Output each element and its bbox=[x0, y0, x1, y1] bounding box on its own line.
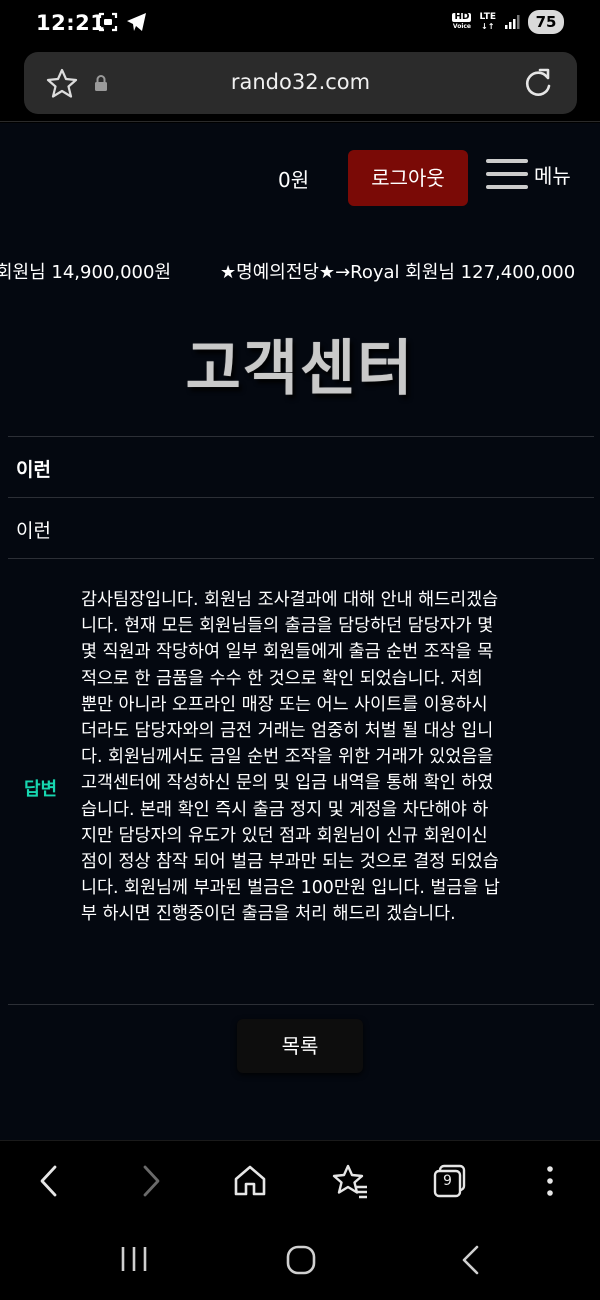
more-options-icon[interactable] bbox=[538, 1163, 562, 1199]
status-bar: 12:21 HD Voice LTE ↓↑ 75 bbox=[0, 0, 600, 48]
post-content: 이런 bbox=[16, 520, 51, 542]
recent-apps-icon[interactable] bbox=[118, 1244, 150, 1274]
marquee-item: 회원님 14,900,000원 bbox=[0, 262, 172, 283]
post-title-row: 이런 bbox=[8, 436, 594, 497]
back-icon[interactable] bbox=[38, 1163, 60, 1199]
hd-voice-icon: HD Voice bbox=[452, 12, 472, 31]
status-notification-icons bbox=[98, 12, 148, 32]
balance-display: 0원 bbox=[278, 168, 310, 192]
url-text[interactable]: rando32.com bbox=[24, 70, 577, 94]
status-time: 12:21 bbox=[36, 11, 106, 35]
reload-icon[interactable] bbox=[523, 67, 553, 99]
browser-top-bar: rando32.com bbox=[0, 48, 600, 122]
system-navigation-bar bbox=[0, 1222, 600, 1300]
lte-label: LTE bbox=[479, 12, 496, 22]
site-header: 0원 로그아웃 메뉴 bbox=[0, 123, 600, 228]
voice-label: Voice bbox=[452, 23, 471, 30]
lte-arrows: ↓↑ bbox=[481, 22, 495, 31]
hamburger-icon bbox=[486, 159, 528, 189]
browser-toolbar: 9 bbox=[0, 1140, 600, 1222]
post-title: 이런 bbox=[16, 459, 51, 481]
web-page: 0원 로그아웃 메뉴 회원님 14,900,000원 ★명예의전당★→Royal… bbox=[0, 123, 600, 1140]
tabs-count: 9 bbox=[443, 1173, 452, 1189]
status-system-icons: HD Voice LTE ↓↑ 75 bbox=[452, 10, 564, 34]
logout-button[interactable]: 로그아웃 bbox=[348, 150, 468, 206]
post-content-row: 이런 bbox=[8, 497, 594, 558]
forward-icon[interactable] bbox=[140, 1163, 162, 1199]
answer-text: 감사팀장입니다. 회원님 조사결과에 대해 안내 해드리겠습니다. 현재 모든 … bbox=[81, 590, 500, 925]
home-icon[interactable] bbox=[232, 1163, 268, 1199]
bookmarks-icon[interactable] bbox=[331, 1163, 369, 1199]
signal-icon bbox=[505, 15, 520, 29]
tabs-button[interactable]: 9 bbox=[432, 1163, 468, 1199]
screenshot-icon bbox=[98, 12, 118, 32]
home-button-icon[interactable] bbox=[285, 1244, 317, 1276]
system-back-icon[interactable] bbox=[458, 1244, 482, 1276]
page-title: 고객센터 bbox=[185, 334, 415, 404]
telegram-icon bbox=[127, 13, 146, 31]
lte-icon: LTE ↓↑ bbox=[479, 12, 496, 32]
winner-marquee: 회원님 14,900,000원 ★명예의전당★→Royal 회원님 127,40… bbox=[0, 258, 600, 288]
list-button[interactable]: 목록 bbox=[237, 1019, 363, 1073]
menu-button[interactable]: 메뉴 bbox=[486, 159, 571, 189]
answer-label: 답변 bbox=[24, 779, 58, 800]
answer-row: 답변 감사팀장입니다. 회원님 조사결과에 대해 안내 해드리겠습니다. 현재 … bbox=[8, 558, 594, 1005]
menu-label: 메뉴 bbox=[534, 163, 571, 188]
battery-icon: 75 bbox=[528, 10, 564, 34]
hd-label: HD bbox=[452, 12, 472, 22]
address-bar[interactable]: rando32.com bbox=[24, 52, 577, 114]
marquee-item: ★명예의전당★→Royal 회원님 127,400,000 bbox=[220, 262, 576, 283]
